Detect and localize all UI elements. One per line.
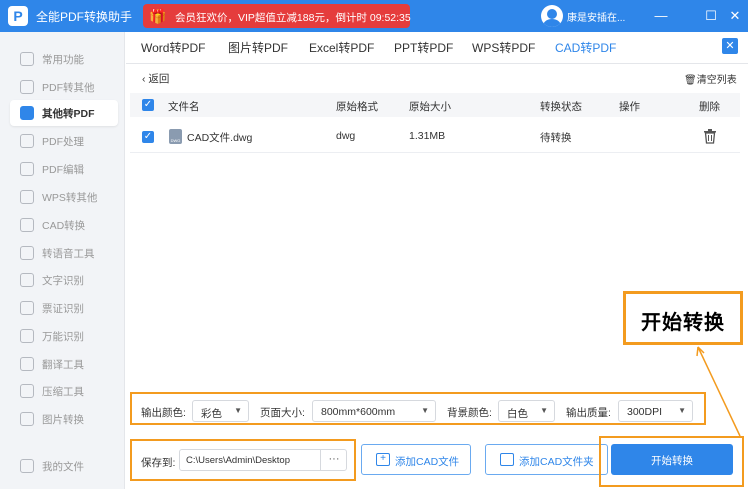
callout-arrow: [696, 346, 741, 437]
callout-text: 开始转换: [641, 312, 725, 334]
callout-box: 开始转换: [623, 291, 743, 345]
